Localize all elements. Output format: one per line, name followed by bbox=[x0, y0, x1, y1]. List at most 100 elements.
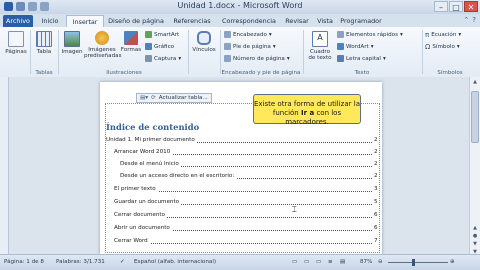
simbolo-button[interactable]: Ω Símbolo ▾ bbox=[425, 43, 460, 51]
formas-label: Formas bbox=[120, 47, 142, 53]
view-print-layout-icon[interactable]: ▭ bbox=[292, 259, 297, 265]
tab-programador[interactable]: Programador bbox=[338, 15, 384, 27]
toc-entry[interactable]: Desde un acceso directo en el escritorio… bbox=[120, 173, 378, 179]
zoom-in-icon[interactable]: ⊕ bbox=[450, 259, 455, 265]
chevron-down-icon: ▾ bbox=[382, 55, 386, 62]
chevron-down-icon: ▾ bbox=[286, 55, 290, 62]
tab-archivo[interactable]: Archivo bbox=[3, 15, 33, 27]
minimize-ribbon-icon[interactable]: ⌃ bbox=[463, 16, 469, 24]
toc-entry-page: 7 bbox=[372, 238, 378, 244]
vertical-scrollbar[interactable]: ▲ ▲ ● ▼ ▼ bbox=[469, 77, 480, 255]
prev-page-icon[interactable]: ▲ bbox=[470, 225, 480, 231]
toc-entry[interactable]: Guardar un documento 5 bbox=[114, 199, 378, 205]
view-web-icon[interactable]: ▭ bbox=[316, 259, 321, 265]
tab-insertar[interactable]: Insertar bbox=[66, 15, 104, 27]
close-button[interactable]: ✕ bbox=[464, 1, 478, 12]
formas-button[interactable]: Formas bbox=[120, 31, 142, 53]
tab-diseno-pagina[interactable]: Diseño de página bbox=[106, 15, 166, 27]
toc-entry-text: Desde un acceso directo en el escritorio… bbox=[120, 173, 237, 179]
tabla-label: Tabla bbox=[36, 49, 52, 55]
elementos-rapidos-button[interactable]: Elementos rápidos ▾ bbox=[337, 31, 403, 38]
view-draft-icon[interactable]: ▤ bbox=[340, 259, 345, 265]
toc-entry-text: Desde el menú Inicio bbox=[120, 161, 181, 167]
tab-correspondencia[interactable]: Correspondencia bbox=[218, 15, 280, 27]
letra-capital-button[interactable]: Letra capital ▾ bbox=[337, 55, 386, 62]
zoom-level[interactable]: 87% bbox=[360, 259, 372, 265]
smartart-button[interactable]: SmartArt bbox=[145, 31, 179, 38]
imagenes-prediseñadas-button[interactable]: Imágenes prediseñadas bbox=[84, 31, 122, 60]
drop-cap-icon bbox=[337, 55, 344, 62]
zoom-slider[interactable] bbox=[388, 262, 448, 263]
tab-revisar[interactable]: Revisar bbox=[282, 15, 312, 27]
toc-entry-page: 3 bbox=[372, 186, 378, 192]
tabla-button[interactable]: Tabla bbox=[33, 31, 55, 55]
tutorial-callout: Existe otra forma de utilizar la función… bbox=[253, 94, 361, 126]
toc-entry[interactable]: Abrir un documento 6 bbox=[114, 225, 378, 231]
pi-icon: π bbox=[425, 31, 430, 39]
callout-line-1: Existe otra forma de utilizar la bbox=[254, 100, 360, 108]
next-page-icon[interactable]: ▼ bbox=[470, 241, 480, 247]
imagenes-label-2: prediseñadas bbox=[84, 53, 122, 60]
toc-entry-text: Arrancar Word 2010 bbox=[114, 149, 173, 155]
encabezado-label: Encabezado bbox=[233, 31, 267, 38]
captura-button[interactable]: Captura ▾ bbox=[145, 55, 181, 62]
imagen-button[interactable]: Imagen bbox=[60, 31, 84, 55]
numero-pagina-button[interactable]: Número de página ▾ bbox=[224, 55, 290, 62]
toc-entry[interactable]: Cerrar documento 6 bbox=[114, 212, 378, 218]
header-icon bbox=[224, 31, 231, 38]
page-count-status[interactable]: Página: 1 de 8 bbox=[4, 259, 44, 265]
language-status[interactable]: Español (alfab. internacional) bbox=[134, 259, 216, 265]
cuadro-label-1: Cuadro bbox=[309, 49, 331, 55]
toc-entry[interactable]: El primer texto 3 bbox=[114, 186, 378, 192]
toc-entry-text: Cerrar Word bbox=[114, 238, 150, 244]
ecuacion-button[interactable]: π Ecuación ▾ bbox=[425, 31, 461, 39]
toc-entry[interactable]: Desde el menú Inicio 2 bbox=[120, 161, 378, 167]
view-outline-icon[interactable]: ≡ bbox=[328, 259, 333, 265]
toc-entry-page: 2 bbox=[372, 137, 378, 143]
scroll-up-icon[interactable]: ▲ bbox=[470, 79, 480, 85]
view-full-screen-icon[interactable]: ▭ bbox=[304, 259, 309, 265]
group-simbolos-label: Símbolos bbox=[437, 70, 463, 76]
vinculos-button[interactable]: Vínculos bbox=[190, 31, 218, 53]
wordart-button[interactable]: WordArt ▾ bbox=[337, 43, 374, 50]
tab-referencias[interactable]: Referencias bbox=[168, 15, 216, 27]
word-count-status[interactable]: Palabras: 3/1.731 bbox=[56, 259, 105, 265]
toc-entry[interactable]: Cerrar Word 7 bbox=[114, 238, 378, 244]
toc-entry-page: 2 bbox=[372, 161, 378, 167]
maximize-button[interactable]: □ bbox=[449, 1, 463, 12]
quick-parts-icon bbox=[337, 31, 344, 38]
vertical-ruler bbox=[0, 77, 9, 255]
zoom-slider-knob[interactable] bbox=[412, 259, 416, 266]
toc-entry-text: El primer texto bbox=[114, 186, 158, 192]
tab-vista[interactable]: Vista bbox=[314, 15, 336, 27]
group-ilustraciones-label: Ilustraciones bbox=[106, 70, 142, 76]
paginas-button[interactable]: Páginas bbox=[4, 31, 28, 55]
chart-icon bbox=[145, 43, 152, 50]
actualizar-tabla-button[interactable]: Actualizar tabla... bbox=[159, 93, 208, 103]
pie-pagina-button[interactable]: Pie de página ▾ bbox=[224, 43, 276, 50]
toc-menu-icon[interactable]: ▤▾ bbox=[140, 93, 148, 103]
proofing-icon[interactable]: ✓ bbox=[120, 259, 125, 265]
browse-object-icon[interactable]: ● bbox=[470, 233, 480, 239]
toc-entry[interactable]: Arrancar Word 2010 2 bbox=[114, 149, 378, 155]
toc-entry-page: 5 bbox=[372, 199, 378, 205]
encabezado-button[interactable]: Encabezado ▾ bbox=[224, 31, 272, 38]
refresh-icon: ⟳ bbox=[151, 95, 156, 101]
scrollbar-thumb[interactable] bbox=[471, 91, 479, 143]
tab-inicio[interactable]: Inicio bbox=[36, 15, 64, 27]
minimize-button[interactable]: – bbox=[434, 1, 448, 12]
wordart-icon bbox=[337, 43, 344, 50]
letra-capital-label: Letra capital bbox=[346, 55, 381, 62]
zoom-out-icon[interactable]: ⊖ bbox=[378, 259, 383, 265]
help-icon[interactable]: ? bbox=[472, 16, 476, 24]
grafico-button[interactable]: Gráfico bbox=[145, 43, 174, 50]
callout-line-2-bold: Ir a bbox=[300, 109, 315, 117]
cuadro-texto-button[interactable]: A Cuadro de texto bbox=[306, 31, 334, 61]
footer-icon bbox=[224, 43, 231, 50]
smartart-label: SmartArt bbox=[154, 31, 180, 38]
ribbon-tabs: Archivo Inicio Insertar Diseño de página… bbox=[0, 14, 480, 28]
chevron-down-icon: ▾ bbox=[370, 43, 374, 50]
toc-entry-text: Cerrar documento bbox=[114, 212, 167, 218]
toc-entry[interactable]: Unidad 1. Mi primer documento 2 bbox=[106, 137, 378, 143]
toc-toolbar[interactable]: ▤▾ ⟳ Actualizar tabla... bbox=[136, 93, 212, 103]
